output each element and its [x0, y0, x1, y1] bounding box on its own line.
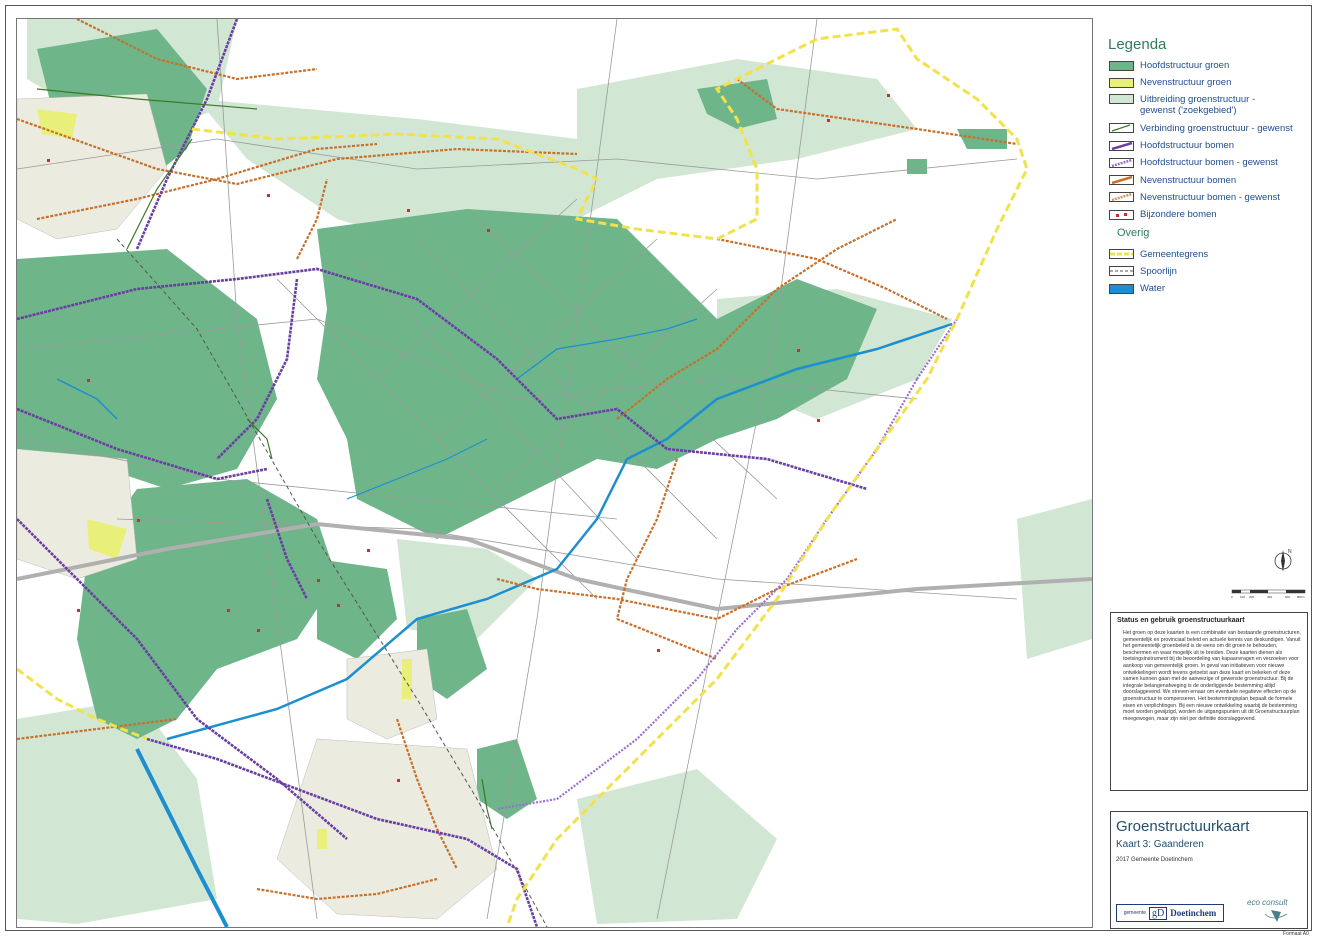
- legend-item-water: Water: [1105, 280, 1310, 297]
- legend-label: Hoofdstructuur bomen: [1140, 140, 1234, 152]
- title-box: Groenstructuurkaart Kaart 3: Gaanderen 2…: [1110, 811, 1308, 929]
- status-heading: Status en gebruik groenstructuurkaart: [1117, 617, 1245, 624]
- eco-consult-logo: eco consult: [1243, 898, 1305, 926]
- format-label: Formaat A0: [1283, 931, 1309, 937]
- legend-swatch: [1109, 249, 1134, 260]
- legend-item-gemeentegrens: Gemeentegrens: [1105, 245, 1310, 262]
- scale-bar: 0 100 200 400 600 800m: [1231, 588, 1306, 600]
- legend-swatch: [1109, 140, 1134, 151]
- legend-label: Nevenstructuur groen: [1140, 77, 1232, 89]
- legend-swatch: [1109, 77, 1134, 88]
- legend-other-title: Overig: [1117, 227, 1150, 240]
- legend-swatch: [1109, 60, 1134, 71]
- legend-label: Uitbreiding groenstructuur - gewenst ('z…: [1140, 93, 1256, 116]
- legend-label: Gemeentegrens: [1140, 248, 1209, 260]
- legend-label: Nevenstructuur bomen: [1140, 174, 1237, 186]
- legend-swatch: [1109, 209, 1134, 220]
- map-title: Groenstructuurkaart: [1116, 818, 1250, 835]
- logo-small-text: gemeente: [1123, 910, 1146, 916]
- north-label: N: [1288, 549, 1292, 555]
- map-year: 2017 Gemeente Doetinchem: [1116, 857, 1193, 863]
- legend-item-hoofdstructuur-groen: Hoofdstructuur groen: [1105, 57, 1310, 74]
- legend-swatch: [1109, 175, 1134, 186]
- north-arrow-icon: N: [1272, 546, 1296, 576]
- arrow-icon: [1109, 123, 1134, 134]
- status-box: Status en gebruik groenstructuurkaart He…: [1110, 612, 1308, 791]
- legend-item-hoofdstructuur-bomen: Hoofdstructuur bomen: [1105, 137, 1310, 154]
- logo-mark: gD: [1149, 906, 1168, 920]
- legend-label: Spoorlijn: [1140, 265, 1177, 277]
- scale-label: 400: [1267, 595, 1272, 599]
- legend-item-nevenstructuur-bomen: Nevenstructuur bomen: [1105, 171, 1310, 188]
- legend-label: Bijzondere bomen: [1140, 209, 1217, 221]
- legend-swatch: [1109, 93, 1134, 104]
- map-subtitle: Kaart 3: Gaanderen: [1116, 839, 1204, 850]
- legend-items: Hoofdstructuur groen Nevenstructuur groe…: [1105, 57, 1310, 223]
- scale-label: 800m: [1297, 595, 1305, 599]
- scale-label: 600: [1285, 595, 1290, 599]
- scale-label: 200: [1249, 595, 1254, 599]
- legend-item-bijzondere-bomen: Bijzondere bomen: [1105, 206, 1310, 223]
- legend-label: Nevenstructuur bomen - gewenst: [1140, 191, 1280, 203]
- legend-item-uitbreiding: Uitbreiding groenstructuur - gewenst ('z…: [1105, 92, 1310, 120]
- legend-label: Hoofdstructuur groen: [1140, 60, 1230, 72]
- legend-item-verbinding: Verbinding groenstructuur - gewenst: [1105, 120, 1310, 137]
- legend-title: Legenda: [1108, 36, 1167, 53]
- map-drawing: [17, 19, 1092, 927]
- legend-label: Verbinding groenstructuur - gewenst: [1140, 122, 1293, 134]
- map-canvas[interactable]: [16, 18, 1093, 928]
- logo-name: Doetinchem: [1170, 908, 1217, 918]
- scale-label: 100: [1240, 595, 1245, 599]
- map-sheet: Legenda Hoofdstructuur groen Nevenstruct…: [5, 5, 1312, 937]
- legend-item-hoofdstructuur-bomen-gewenst: Hoofdstructuur bomen - gewenst: [1105, 154, 1310, 171]
- gemeente-doetinchem-logo: gemeente gD Doetinchem: [1116, 904, 1224, 922]
- legend-label: Hoofdstructuur bomen - gewenst: [1140, 157, 1278, 169]
- legend-swatch: [1109, 283, 1134, 294]
- eco-consult-icon: [1264, 910, 1288, 922]
- status-body: Het groen op deze kaarten is een combina…: [1123, 630, 1301, 722]
- legend-item-spoorlijn: Spoorlijn: [1105, 263, 1310, 280]
- legend-swatch: [1109, 157, 1134, 168]
- scale-label: 0: [1231, 595, 1233, 599]
- legend-swatch: [1109, 192, 1134, 203]
- legend-item-nevenstructuur-bomen-gewenst: Nevenstructuur bomen - gewenst: [1105, 189, 1310, 206]
- legend-label: Water: [1140, 283, 1165, 295]
- legend-swatch: [1109, 266, 1134, 277]
- legend: Legenda Hoofdstructuur groen Nevenstruct…: [1105, 36, 1310, 297]
- legend-item-nevenstructuur-groen: Nevenstructuur groen: [1105, 74, 1310, 91]
